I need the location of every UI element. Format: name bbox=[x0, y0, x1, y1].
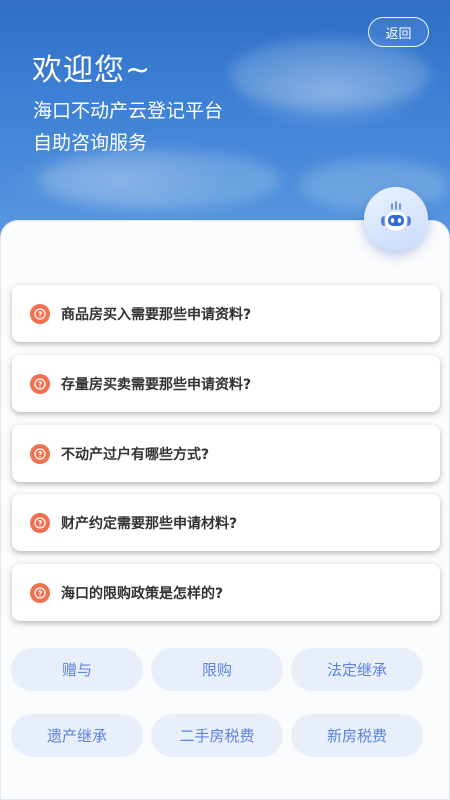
faq-question: 存量房买卖需要那些申请资料? bbox=[61, 376, 252, 393]
assistant-robot-button[interactable] bbox=[364, 187, 428, 251]
platform-name: 海口不动产云登记平台 bbox=[33, 100, 224, 122]
robot-icon bbox=[381, 201, 411, 232]
faq-item[interactable]: 财产约定需要那些申请材料? bbox=[12, 494, 440, 551]
faq-question: 财产约定需要那些申请材料? bbox=[61, 515, 238, 532]
tag-new-house-tax[interactable]: 新房税费 bbox=[291, 714, 423, 757]
cloud-decoration bbox=[40, 150, 280, 210]
question-icon bbox=[30, 373, 50, 394]
back-button[interactable]: 返回 bbox=[368, 17, 429, 47]
tag-gift[interactable]: 赠与 bbox=[11, 648, 143, 691]
faq-question: 商品房买入需要那些申请资料? bbox=[61, 306, 252, 323]
question-icon bbox=[30, 303, 50, 324]
tag-estate-inheritance[interactable]: 遗产继承 bbox=[11, 714, 143, 757]
cloud-decoration bbox=[230, 40, 430, 110]
tag-second-hand-tax[interactable]: 二手房税费 bbox=[151, 714, 283, 757]
faq-item[interactable]: 不动产过户有哪些方式? bbox=[12, 425, 440, 482]
question-icon bbox=[30, 443, 50, 464]
faq-item[interactable]: 存量房买卖需要那些申请资料? bbox=[12, 355, 440, 412]
faq-item[interactable]: 商品房买入需要那些申请资料? bbox=[12, 285, 440, 342]
welcome-heading: 欢迎您~ bbox=[32, 53, 152, 88]
tag-legal-inheritance[interactable]: 法定继承 bbox=[291, 648, 423, 691]
service-name: 自助咨询服务 bbox=[33, 132, 148, 154]
faq-question: 海口的限购政策是怎样的? bbox=[61, 585, 224, 602]
tag-purchase-limit[interactable]: 限购 bbox=[151, 648, 283, 691]
question-icon bbox=[30, 512, 50, 533]
question-icon bbox=[30, 582, 50, 603]
faq-question: 不动产过户有哪些方式? bbox=[61, 446, 210, 463]
faq-item[interactable]: 海口的限购政策是怎样的? bbox=[12, 564, 440, 621]
